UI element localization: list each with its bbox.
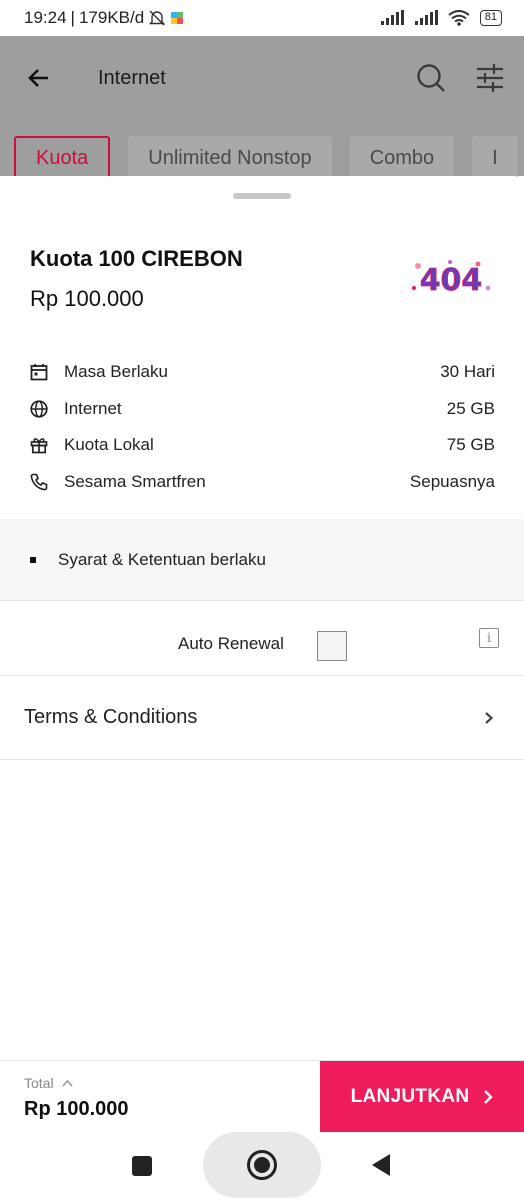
total-toggle[interactable]: Total	[24, 1075, 73, 1091]
detail-row-sesama-smartfren: Sesama Smartfren Sepuasnya	[30, 464, 495, 501]
status-left: 19:24 | 179KB/d	[24, 8, 184, 28]
package-name: Kuota 100 CIREBON	[30, 246, 243, 271]
total-value: Rp 100.000	[24, 1098, 129, 1120]
filter-icon[interactable]	[476, 63, 504, 93]
calendar-icon	[30, 364, 48, 381]
detail-value: 75 GB	[446, 435, 495, 455]
package-details: Masa Berlaku 30 Hari Internet 25 GB Kuot…	[30, 354, 495, 500]
sheet-drag-handle[interactable]	[233, 193, 291, 199]
recent-apps-button[interactable]	[132, 1156, 152, 1176]
bell-muted-icon	[149, 10, 166, 26]
background-page-overlay: Internet Kuota Unlimited Nonstop Combo I	[0, 36, 524, 180]
chevron-right-icon	[484, 1090, 494, 1104]
package-detail-sheet: Kuota 100 CIREBON Rp 100.000 404 Masa Be…	[0, 176, 524, 1060]
continue-button[interactable]: LANJUTKAN	[320, 1061, 524, 1133]
status-bar: 19:24 | 179KB/d 81	[0, 0, 524, 36]
chevron-right-icon	[485, 711, 494, 724]
status-network-speed: 179KB/d	[78, 8, 145, 27]
terms-conditions-link[interactable]: Terms & Conditions	[0, 676, 524, 760]
status-divider: |	[70, 8, 75, 27]
search-icon[interactable]	[416, 63, 446, 93]
package-price: Rp 100.000	[30, 286, 144, 311]
phone-icon	[30, 473, 48, 491]
gift-icon	[30, 438, 48, 454]
globe-icon	[30, 400, 48, 418]
continue-button-label: LANJUTKAN	[350, 1086, 470, 1107]
total-label: Total	[24, 1075, 54, 1091]
back-arrow-icon[interactable]	[28, 67, 50, 89]
wifi-icon	[448, 10, 470, 26]
back-triangle-icon[interactable]	[370, 1153, 392, 1177]
detail-row-internet: Internet 25 GB	[30, 391, 495, 428]
app-bar: Internet	[0, 36, 524, 120]
terms-note-box: Syarat & Ketentuan berlaku	[0, 519, 524, 601]
status-right: 81	[380, 10, 502, 26]
app-bar-actions	[416, 63, 504, 93]
info-icon[interactable]: i	[479, 628, 499, 648]
status-time: 19:24	[24, 8, 67, 27]
detail-value: Sepuasnya	[409, 471, 495, 491]
home-icon	[247, 1150, 277, 1180]
page-title: Internet	[98, 66, 166, 89]
detail-label: Internet	[64, 398, 122, 418]
home-button-pill[interactable]	[203, 1132, 321, 1198]
detail-label: Kuota Lokal	[64, 435, 154, 455]
tab-unlimited-nonstop[interactable]: Unlimited Nonstop	[128, 136, 332, 180]
bullet-icon	[30, 556, 36, 563]
package-logo-text: 404	[420, 263, 483, 298]
auto-renewal-checkbox[interactable]	[317, 631, 347, 661]
detail-value: 25 GB	[446, 398, 495, 418]
auto-renewal-row: Auto Renewal i	[0, 602, 524, 676]
detail-row-masa-berlaku: Masa Berlaku 30 Hari	[30, 354, 495, 391]
tab-combo[interactable]: Combo	[349, 136, 455, 180]
auto-renewal-label: Auto Renewal	[178, 634, 284, 653]
detail-label: Sesama Smartfren	[64, 471, 206, 491]
chevron-up-icon	[62, 1079, 73, 1087]
package-logo: 404	[412, 260, 491, 298]
terms-note-text: Syarat & Ketentuan berlaku	[58, 549, 266, 569]
signal-icon	[414, 10, 438, 25]
battery-icon: 81	[479, 10, 502, 26]
checkout-bar: Total Rp 100.000 LANJUTKAN	[0, 1060, 524, 1133]
detail-value: 30 Hari	[440, 362, 495, 382]
tab-kuota[interactable]: Kuota	[14, 136, 111, 180]
detail-label: Masa Berlaku	[64, 362, 168, 382]
tab-partial[interactable]: I	[472, 136, 518, 180]
detail-row-kuota-lokal: Kuota Lokal 75 GB	[30, 427, 495, 464]
app-notification-icon	[171, 12, 184, 24]
terms-conditions-label: Terms & Conditions	[24, 706, 198, 728]
signal-icon	[380, 10, 404, 25]
system-navigation-bar	[0, 1132, 524, 1200]
